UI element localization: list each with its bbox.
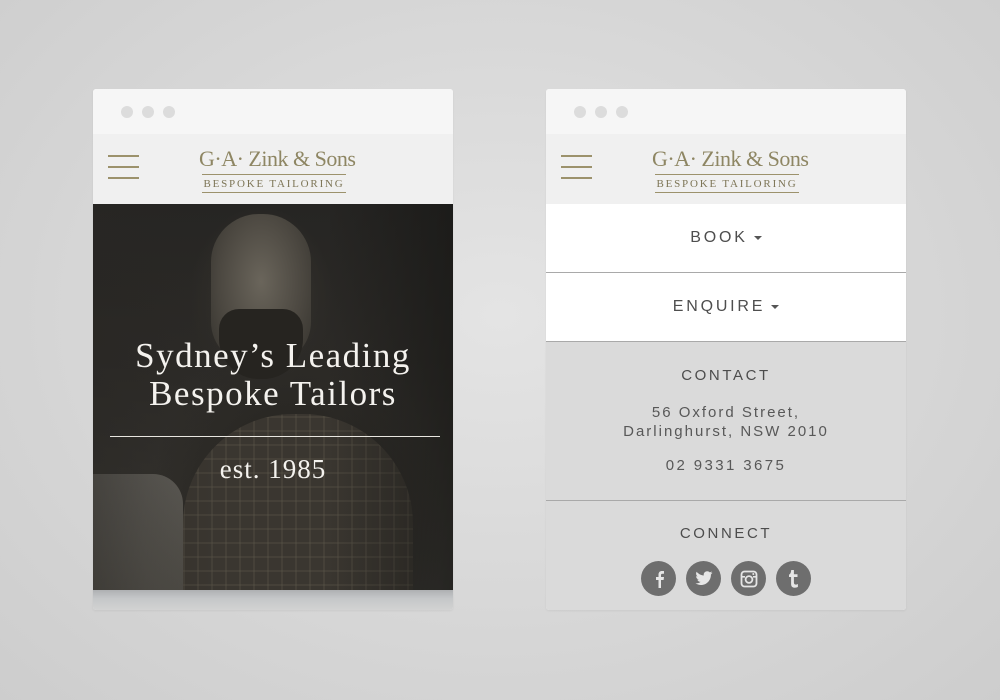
hamburger-menu-icon[interactable] — [108, 155, 139, 179]
tumblr-icon[interactable] — [776, 561, 811, 596]
window-dot — [142, 106, 154, 118]
site-header: G·A· Zink & Sons BESPOKE TAILORING — [546, 134, 906, 204]
menu-item-book[interactable]: BOOK — [546, 204, 906, 273]
menu-item-enquire[interactable]: ENQUIRE — [546, 273, 906, 342]
hero-title: Sydney’s Leading Bespoke Tailors — [93, 337, 453, 413]
window-dot — [574, 106, 586, 118]
address-line: Darlinghurst, NSW 2010 — [623, 423, 829, 440]
window-dot — [616, 106, 628, 118]
menu-item-label: ENQUIRE — [672, 298, 766, 315]
mobile-frame-home: G·A· Zink & Sons BESPOKE TAILORING Sydne… — [93, 89, 453, 610]
hero-banner: Sydney’s Leading Bespoke Tailors est. 19… — [93, 204, 453, 590]
site-logo[interactable]: G·A· Zink & Sons BESPOKE TAILORING — [199, 146, 356, 193]
hero-established: est. 1985 — [219, 454, 327, 484]
address-line: 56 Oxford Street, — [651, 404, 801, 421]
logo-rule — [655, 174, 799, 175]
logo-tagline: BESPOKE TAILORING — [656, 178, 798, 190]
window-dot — [163, 106, 175, 118]
browser-chrome — [93, 89, 453, 134]
window-dots — [574, 106, 628, 118]
logo-name: G·A· Zink & Sons — [199, 146, 356, 171]
connect-heading: CONNECT — [679, 525, 773, 542]
phone-number[interactable]: 02 9331 3675 — [546, 457, 906, 474]
window-dots — [121, 106, 175, 118]
site-header: G·A· Zink & Sons BESPOKE TAILORING — [93, 134, 453, 204]
mobile-frame-menu: G·A· Zink & Sons BESPOKE TAILORING BOOK … — [546, 89, 906, 610]
caret-down-icon — [753, 236, 762, 240]
instagram-icon[interactable] — [731, 561, 766, 596]
social-links — [546, 561, 906, 596]
site-logo[interactable]: G·A· Zink & Sons BESPOKE TAILORING — [652, 146, 809, 193]
hero-divider — [110, 436, 440, 437]
logo-name: G·A· Zink & Sons — [652, 146, 809, 171]
hamburger-menu-icon[interactable] — [561, 155, 592, 179]
window-dot — [121, 106, 133, 118]
browser-chrome — [546, 89, 906, 134]
divider — [546, 500, 906, 501]
logo-rule — [202, 192, 346, 193]
hero-title-line: Bespoke Tailors — [149, 374, 397, 413]
logo-tagline: BESPOKE TAILORING — [203, 178, 345, 190]
hero-title-line: Sydney’s Leading — [135, 336, 411, 375]
logo-rule — [202, 174, 346, 175]
caret-down-icon — [771, 305, 780, 309]
contact-heading: CONTACT — [681, 367, 771, 384]
twitter-icon[interactable] — [686, 561, 721, 596]
next-section-peek — [93, 590, 453, 610]
contact-panel: CONTACT 56 Oxford Street, Darlinghurst, … — [546, 342, 906, 610]
window-dot — [595, 106, 607, 118]
menu-item-label: BOOK — [690, 229, 748, 246]
facebook-icon[interactable] — [641, 561, 676, 596]
logo-rule — [655, 192, 799, 193]
address[interactable]: 56 Oxford Street, Darlinghurst, NSW 2010 — [546, 403, 906, 441]
